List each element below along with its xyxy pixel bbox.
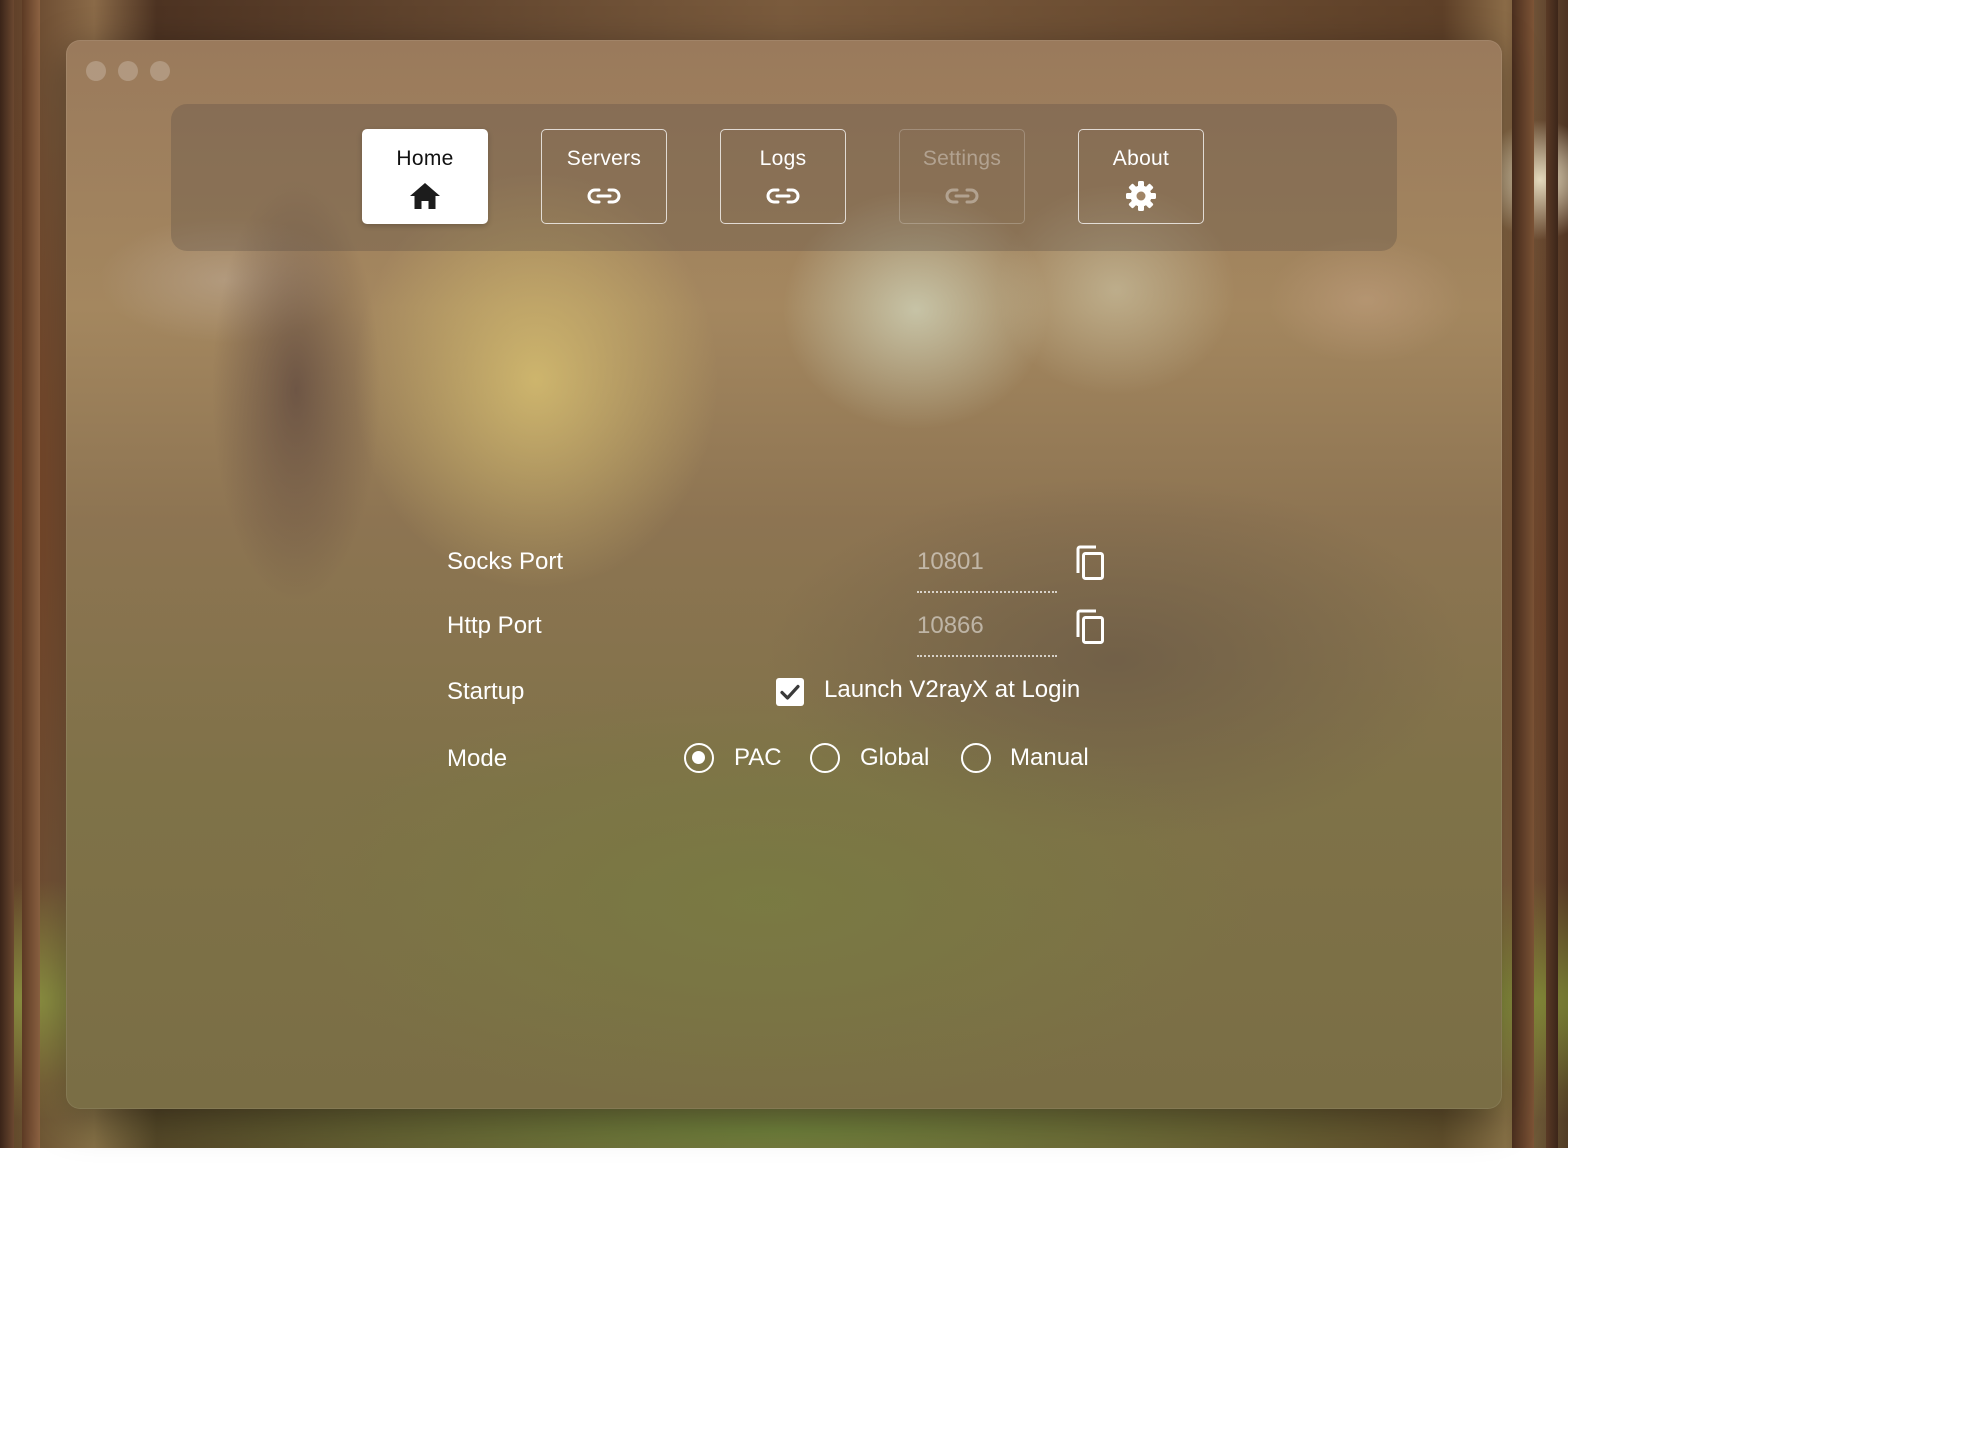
tab-servers-label: Servers: [566, 147, 642, 170]
gear-icon: [1126, 181, 1156, 211]
copy-icon[interactable]: [1070, 543, 1110, 583]
http-port-field[interactable]: 10866: [917, 612, 1057, 640]
home-icon: [410, 183, 440, 209]
tab-home-label: Home: [396, 147, 454, 170]
launch-at-login-checkbox[interactable]: [776, 678, 804, 706]
tab-home[interactable]: Home: [362, 129, 488, 224]
tab-about-label: About: [1112, 147, 1170, 170]
tab-settings-label: Settings: [922, 147, 1002, 170]
socks-port-label: Socks Port: [447, 548, 564, 575]
tree-trunk: [1546, 0, 1558, 1148]
http-port-label: Http Port: [447, 612, 542, 639]
mode-radio-pac-label[interactable]: PAC: [734, 744, 782, 772]
mode-radio-global[interactable]: [810, 743, 840, 773]
tab-settings[interactable]: Settings: [899, 129, 1025, 224]
mode-radio-pac[interactable]: [684, 743, 714, 773]
tab-logs-label: Logs: [759, 147, 807, 170]
zoom-button[interactable]: [150, 61, 170, 81]
tab-logs[interactable]: Logs: [720, 129, 846, 224]
toolbar: Home Servers Logs Settings About: [171, 104, 1397, 251]
tree-trunk: [0, 0, 14, 1148]
http-port-underline: [917, 655, 1057, 657]
socks-port-underline: [917, 591, 1057, 593]
tab-servers[interactable]: Servers: [541, 129, 667, 224]
link-icon: [945, 188, 979, 204]
tree-trunk: [1512, 0, 1534, 1148]
mode-radio-global-label[interactable]: Global: [860, 744, 929, 772]
tree-trunk: [22, 0, 40, 1148]
launch-at-login-label[interactable]: Launch V2rayX at Login: [824, 676, 1080, 704]
mode-label: Mode: [447, 745, 508, 772]
checkmark-icon: [780, 684, 800, 700]
link-icon: [766, 188, 800, 204]
link-icon: [587, 188, 621, 204]
app-window: Home Servers Logs Settings About Socks P…: [66, 40, 1502, 1109]
startup-label: Startup: [447, 678, 525, 705]
mode-radio-manual[interactable]: [961, 743, 991, 773]
minimize-button[interactable]: [118, 61, 138, 81]
socks-port-field[interactable]: 10801: [917, 548, 1057, 576]
close-button[interactable]: [86, 61, 106, 81]
mode-radio-manual-label[interactable]: Manual: [1010, 744, 1089, 772]
tab-about[interactable]: About: [1078, 129, 1204, 224]
copy-icon[interactable]: [1070, 607, 1110, 647]
